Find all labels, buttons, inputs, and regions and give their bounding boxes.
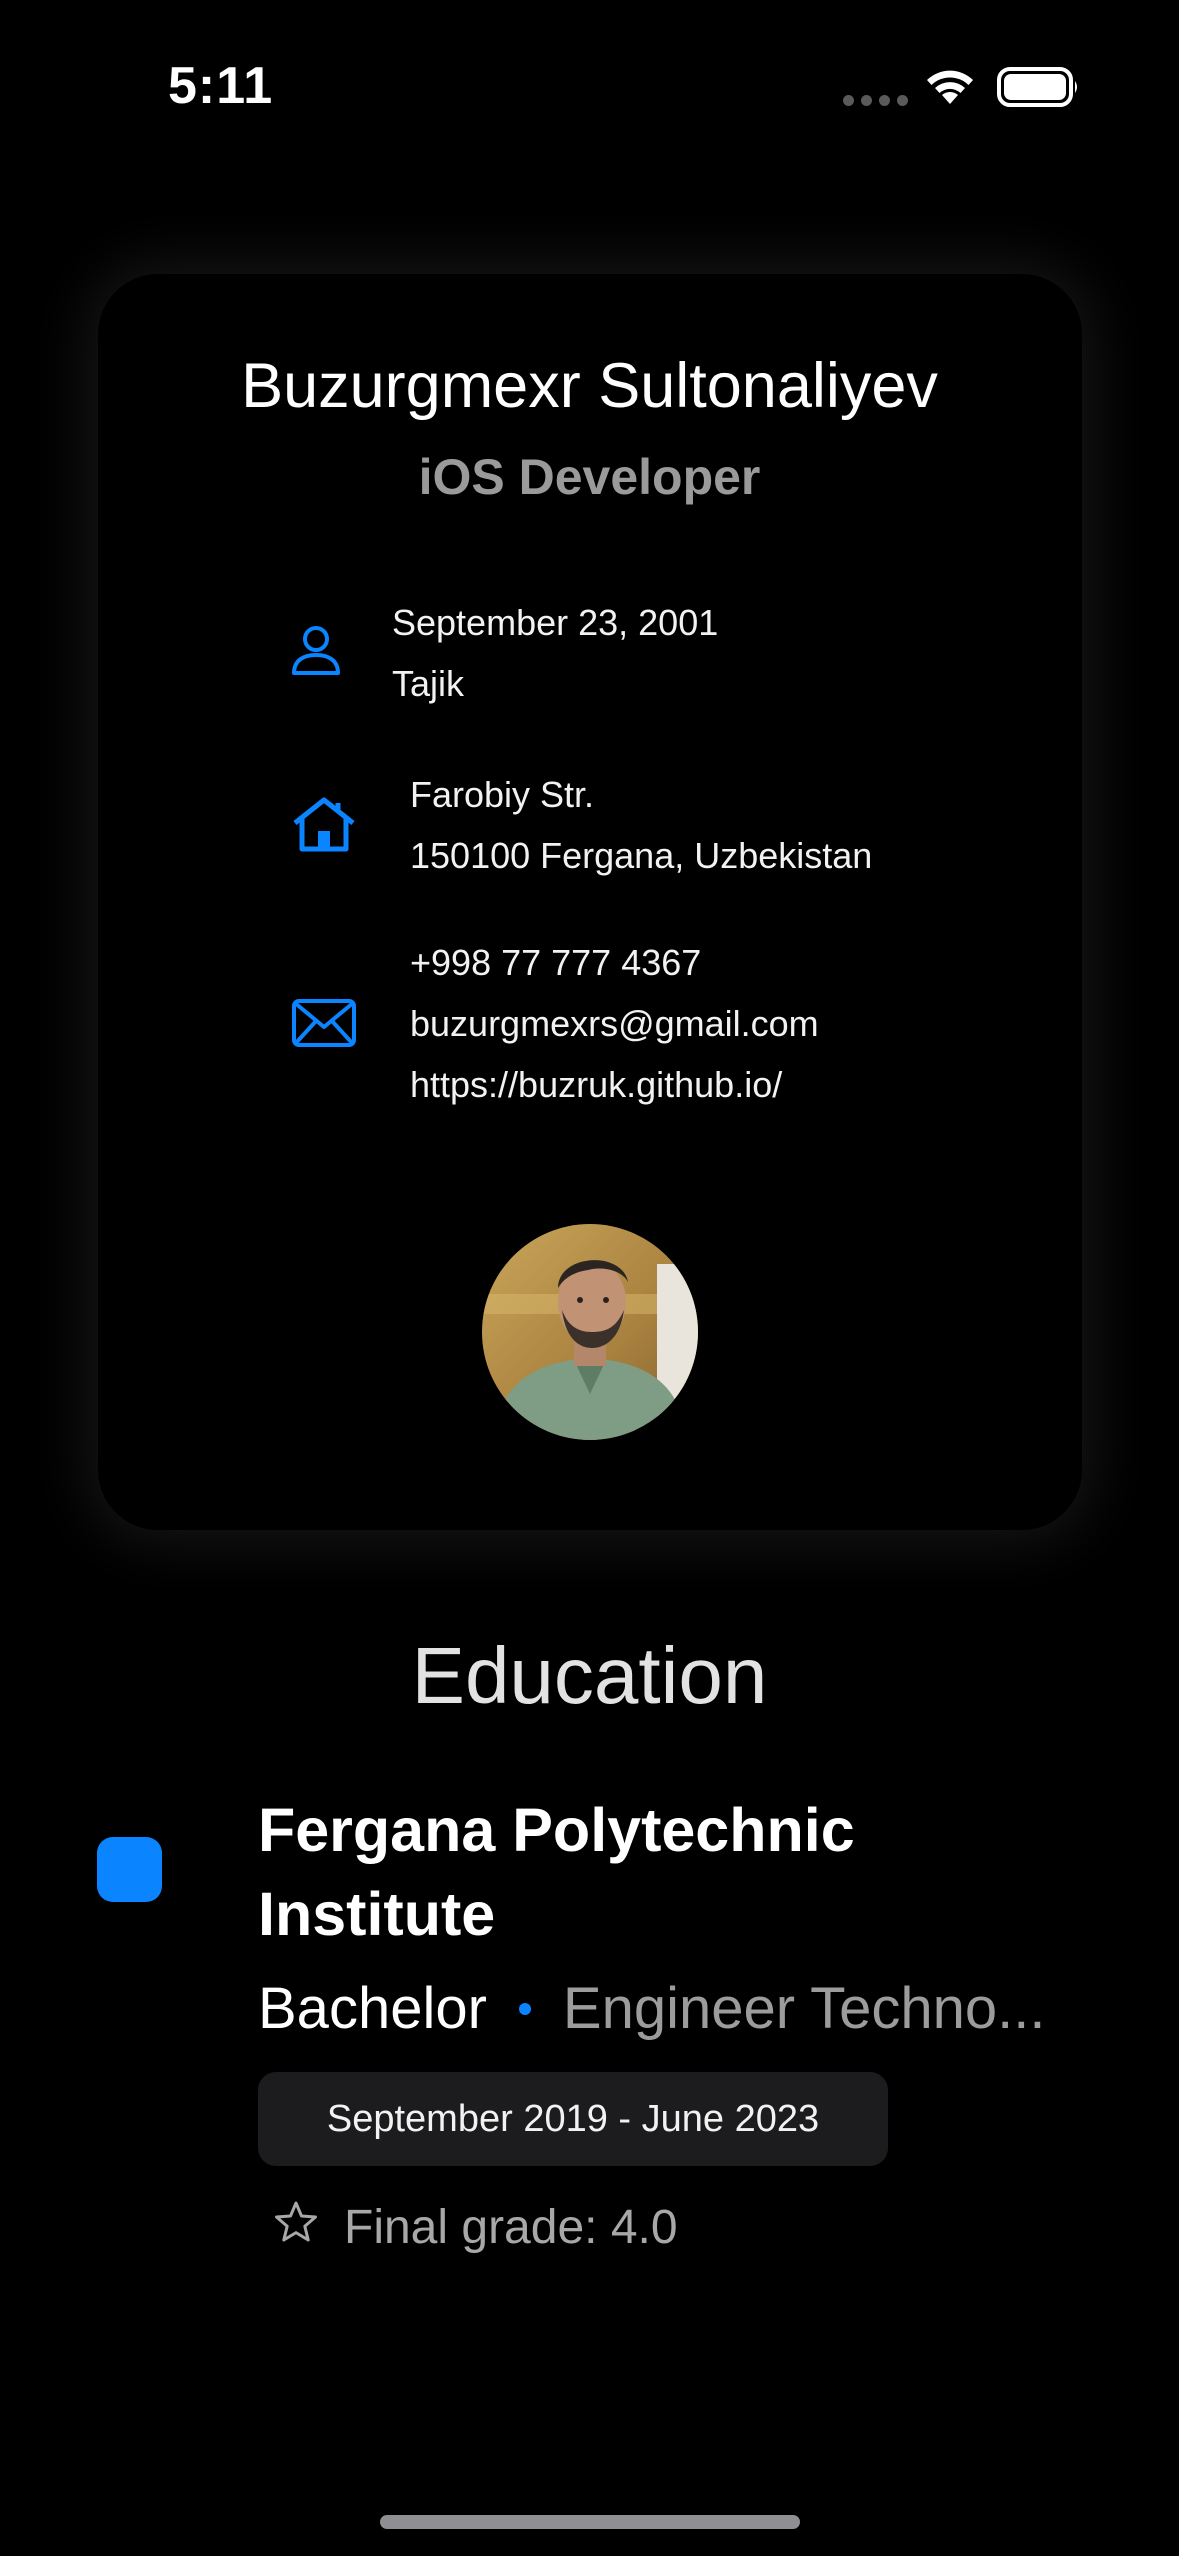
separator-dot [518, 2002, 531, 2015]
nationality: Tajik [392, 663, 465, 704]
battery-icon [997, 66, 1081, 113]
profile-role: iOS Developer [418, 449, 761, 505]
profile-name: Buzurgmexr Sultonaliyev [241, 351, 938, 421]
school-name: Fergana Polytechnic Institute [258, 1796, 855, 1948]
status-time: 5:11 [168, 57, 274, 115]
house-icon [292, 796, 356, 857]
date-range-badge: September 2019 - June 2023 [258, 2072, 888, 2166]
birth-date: September 23, 2001 [392, 602, 719, 643]
website[interactable]: https://buzruk.github.io/ [410, 1054, 819, 1115]
cellular-signal-icon [843, 95, 908, 106]
phone[interactable]: +998 77 777 4367 [410, 932, 819, 993]
contact-info: +998 77 777 4367 buzurgmexrs@gmail.com h… [410, 932, 819, 1115]
wifi-icon [922, 64, 978, 111]
city: 150100 Fergana, Uzbekistan [410, 835, 873, 876]
home-indicator[interactable] [380, 2515, 800, 2529]
section-title-education: Education [411, 1631, 768, 1720]
envelope-icon [292, 999, 356, 1052]
degree-row: Bachelor Engineer Techno... [258, 1975, 1078, 2042]
avatar [482, 1224, 698, 1440]
personal-info: September 23, 2001 Tajik [392, 592, 718, 714]
star-icon [274, 2200, 318, 2255]
final-grade: Final grade: 4.0 [274, 2200, 678, 2255]
person-icon [290, 624, 342, 681]
education-marker [97, 1837, 162, 1902]
address-info: Farobiy Str. 150100 Fergana, Uzbekistan [410, 764, 872, 886]
field-of-study: Engineer Techno... [562, 1976, 1046, 2041]
date-range: September 2019 - June 2023 [326, 2097, 820, 2140]
degree: Bachelor [258, 1976, 487, 2041]
final-grade-text: Final grade: 4.0 [344, 2201, 678, 2254]
email[interactable]: buzurgmexrs@gmail.com [410, 993, 819, 1054]
street: Farobiy Str. [410, 774, 595, 815]
